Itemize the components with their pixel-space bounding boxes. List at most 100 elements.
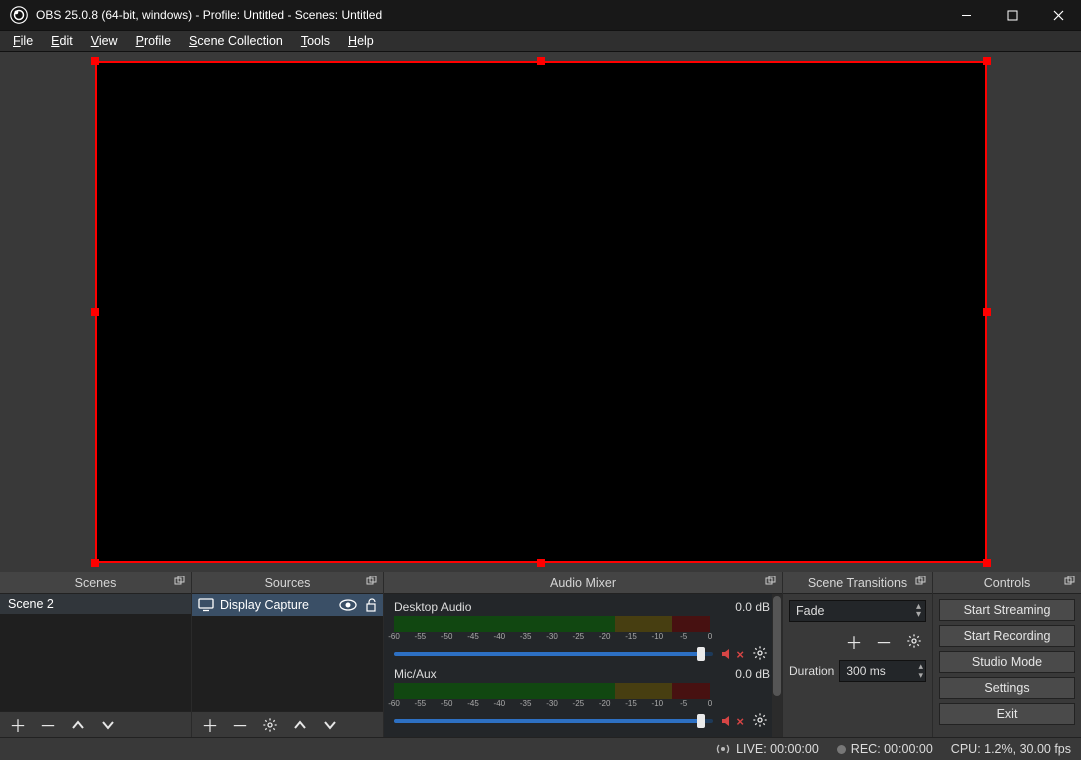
source-item-label: Display Capture bbox=[220, 598, 309, 612]
duration-label: Duration bbox=[789, 664, 834, 678]
source-properties-button[interactable] bbox=[258, 714, 282, 736]
mixer-body: Desktop Audio0.0 dB -60-55-50-45-40-35-3… bbox=[384, 594, 782, 737]
display-icon bbox=[198, 598, 214, 612]
lock-toggle-icon[interactable] bbox=[365, 598, 377, 612]
menu-tools[interactable]: Tools bbox=[294, 33, 337, 49]
audio-mixer-dock: Audio Mixer Desktop Audio0.0 dB -60-55-5… bbox=[384, 572, 783, 737]
sources-header: Sources bbox=[192, 572, 383, 594]
channel-level: 0.0 dB bbox=[735, 600, 770, 614]
resize-handle-ml[interactable] bbox=[91, 308, 99, 316]
scenes-header: Scenes bbox=[0, 572, 191, 594]
channel-settings-button[interactable] bbox=[752, 645, 770, 663]
menu-file[interactable]: File bbox=[6, 33, 40, 49]
meter-ticks: -60-55-50-45-40-35-30-25-20-15-10-50 bbox=[394, 632, 710, 641]
obs-logo-icon bbox=[10, 6, 28, 24]
remove-scene-button[interactable]: － bbox=[36, 714, 60, 736]
channel-name: Mic/Aux bbox=[394, 667, 437, 681]
selection-border bbox=[95, 61, 987, 563]
maximize-button[interactable] bbox=[989, 0, 1035, 30]
add-transition-button[interactable]: ＋ bbox=[842, 630, 866, 652]
controls-title: Controls bbox=[984, 576, 1031, 590]
minimize-button[interactable] bbox=[943, 0, 989, 30]
mixer-header: Audio Mixer bbox=[384, 572, 782, 594]
rec-dot-icon bbox=[837, 745, 846, 754]
scene-down-button[interactable] bbox=[96, 714, 120, 736]
menubar: File Edit View Profile Scene Collection … bbox=[0, 30, 1081, 52]
scenes-list[interactable]: Scene 2 bbox=[0, 594, 191, 711]
mute-button[interactable]: × bbox=[721, 714, 744, 729]
mixer-title: Audio Mixer bbox=[550, 576, 616, 590]
menu-view[interactable]: View bbox=[84, 33, 125, 49]
sources-dock: Sources Display Capture ＋ － bbox=[192, 572, 384, 737]
visibility-toggle-icon[interactable] bbox=[339, 598, 357, 612]
sources-title: Sources bbox=[265, 576, 311, 590]
sources-popout-icon[interactable] bbox=[363, 574, 379, 590]
updown-icon: ▴▾ bbox=[916, 603, 921, 619]
controls-popout-icon[interactable] bbox=[1061, 574, 1077, 590]
close-button[interactable] bbox=[1035, 0, 1081, 30]
mixer-popout-icon[interactable] bbox=[762, 574, 778, 590]
duration-input[interactable]: 300 ms ▴▾ bbox=[839, 660, 926, 682]
volume-slider[interactable] bbox=[394, 652, 713, 656]
scene-transitions-dock: Scene Transitions Fade ▴▾ ＋ － Duration 3… bbox=[783, 572, 933, 737]
transitions-popout-icon[interactable] bbox=[912, 574, 928, 590]
window-title: OBS 25.0.8 (64-bit, windows) - Profile: … bbox=[36, 8, 943, 22]
scenes-title: Scenes bbox=[75, 576, 117, 590]
channel-level: 0.0 dB bbox=[735, 667, 770, 681]
slider-thumb[interactable] bbox=[697, 714, 705, 728]
volume-slider[interactable] bbox=[394, 719, 713, 723]
resize-handle-bl[interactable] bbox=[91, 559, 99, 567]
audio-meter bbox=[394, 683, 710, 699]
remove-source-button[interactable]: － bbox=[228, 714, 252, 736]
scenes-dock: Scenes Scene 2 ＋ － bbox=[0, 572, 192, 737]
cpu-status: CPU: 1.2%, 30.00 fps bbox=[951, 742, 1071, 756]
studio-mode-button[interactable]: Studio Mode bbox=[939, 651, 1075, 673]
transition-selected: Fade bbox=[796, 604, 825, 618]
mute-button[interactable]: × bbox=[721, 647, 744, 662]
resize-handle-br[interactable] bbox=[983, 559, 991, 567]
start-recording-button[interactable]: Start Recording bbox=[939, 625, 1075, 647]
menu-help[interactable]: Help bbox=[341, 33, 381, 49]
menu-edit[interactable]: Edit bbox=[44, 33, 80, 49]
slider-thumb[interactable] bbox=[697, 647, 705, 661]
meter-ticks: -60-55-50-45-40-35-30-25-20-15-10-50 bbox=[394, 699, 710, 708]
audio-meter bbox=[394, 616, 710, 632]
resize-handle-tl[interactable] bbox=[91, 57, 99, 65]
resize-handle-tr[interactable] bbox=[983, 57, 991, 65]
scene-item[interactable]: Scene 2 bbox=[0, 594, 191, 614]
resize-handle-mr[interactable] bbox=[983, 308, 991, 316]
duration-value: 300 ms bbox=[846, 664, 885, 678]
controls-dock: Controls Start Streaming Start Recording… bbox=[933, 572, 1081, 737]
broadcast-icon bbox=[715, 743, 731, 755]
source-item[interactable]: Display Capture bbox=[192, 594, 383, 616]
controls-header: Controls bbox=[933, 572, 1081, 594]
rec-status: REC: 00:00:00 bbox=[837, 742, 933, 756]
source-up-button[interactable] bbox=[288, 714, 312, 736]
add-scene-button[interactable]: ＋ bbox=[6, 714, 30, 736]
source-down-button[interactable] bbox=[318, 714, 342, 736]
live-status: LIVE: 00:00:00 bbox=[715, 742, 819, 756]
add-source-button[interactable]: ＋ bbox=[198, 714, 222, 736]
mixer-scrollbar[interactable] bbox=[772, 594, 782, 737]
scenes-popout-icon[interactable] bbox=[171, 574, 187, 590]
resize-handle-bm[interactable] bbox=[537, 559, 545, 567]
statusbar: LIVE: 00:00:00 REC: 00:00:00 CPU: 1.2%, … bbox=[0, 737, 1081, 760]
start-streaming-button[interactable]: Start Streaming bbox=[939, 599, 1075, 621]
transition-select[interactable]: Fade ▴▾ bbox=[789, 600, 926, 622]
settings-button[interactable]: Settings bbox=[939, 677, 1075, 699]
preview-canvas[interactable] bbox=[95, 61, 987, 563]
transition-settings-button[interactable] bbox=[902, 630, 926, 652]
resize-handle-tm[interactable] bbox=[537, 57, 545, 65]
sources-list[interactable]: Display Capture bbox=[192, 594, 383, 711]
transitions-header: Scene Transitions bbox=[783, 572, 932, 594]
preview-area[interactable] bbox=[0, 52, 1081, 572]
spinner-updown-icon[interactable]: ▴▾ bbox=[918, 662, 923, 680]
exit-button[interactable]: Exit bbox=[939, 703, 1075, 725]
menu-scene-collection[interactable]: Scene Collection bbox=[182, 33, 290, 49]
channel-settings-button[interactable] bbox=[752, 712, 770, 730]
scene-up-button[interactable] bbox=[66, 714, 90, 736]
titlebar: OBS 25.0.8 (64-bit, windows) - Profile: … bbox=[0, 0, 1081, 30]
remove-transition-button[interactable]: － bbox=[872, 630, 896, 652]
transitions-title: Scene Transitions bbox=[808, 576, 907, 590]
menu-profile[interactable]: Profile bbox=[129, 33, 178, 49]
